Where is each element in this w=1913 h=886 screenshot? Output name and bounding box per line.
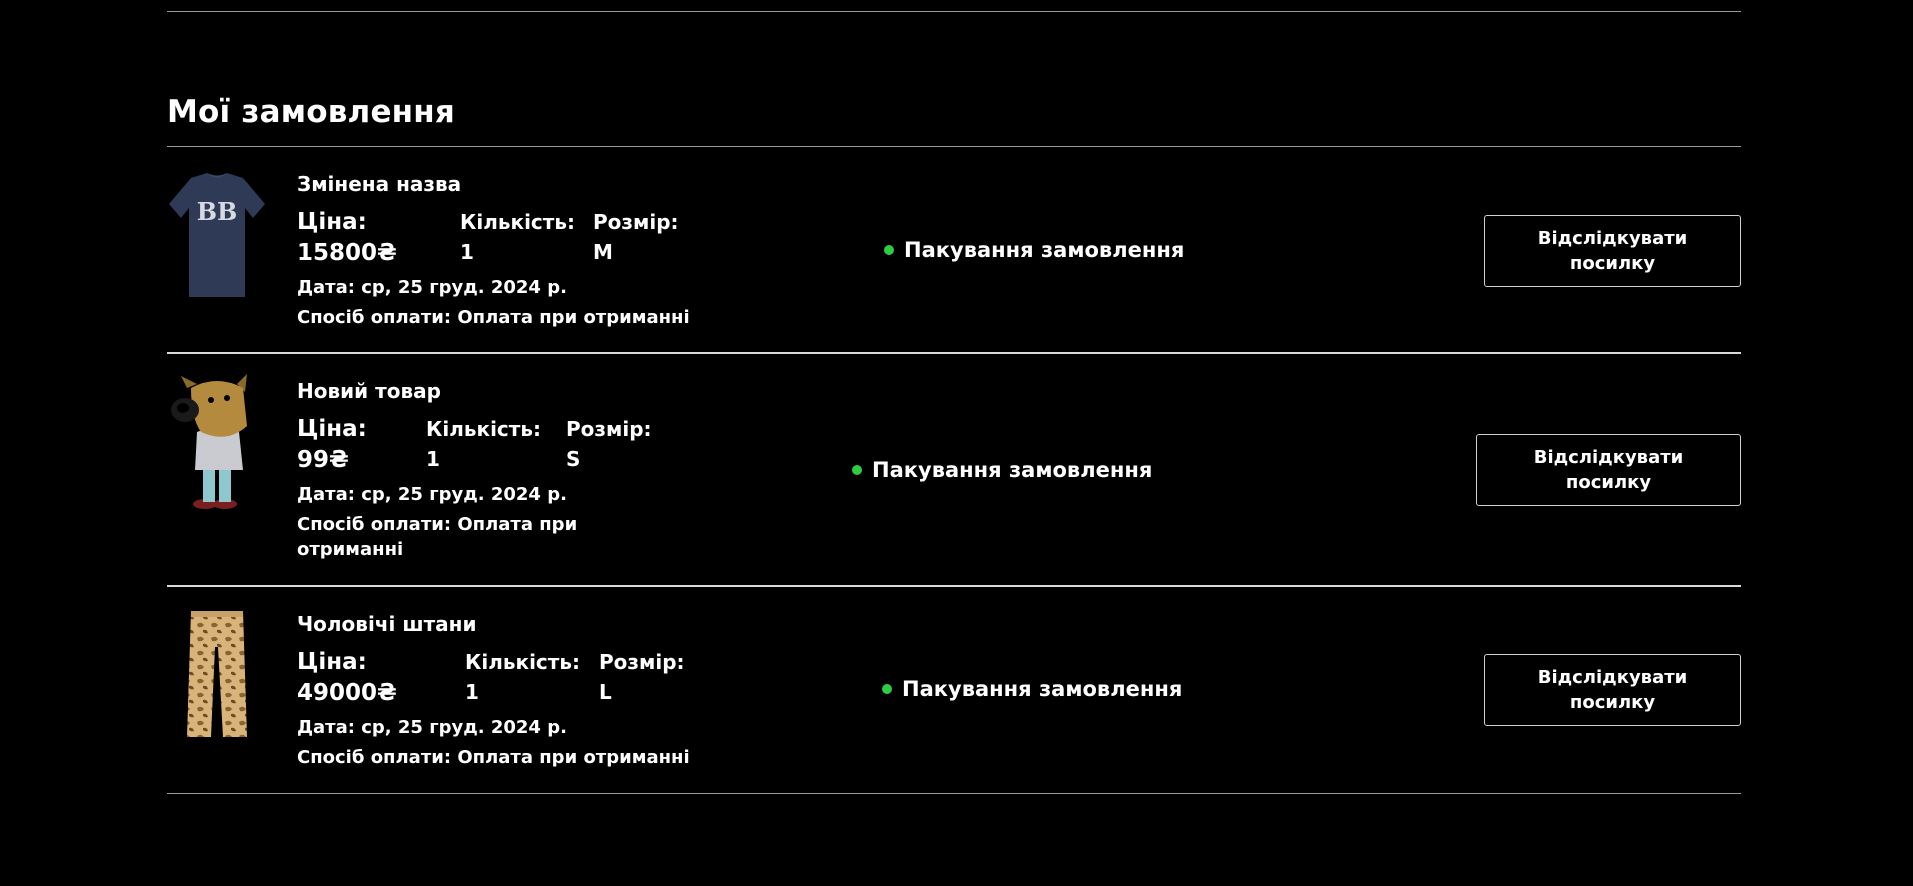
order-status: Пакування замовлення xyxy=(852,458,1152,482)
size-field: Розмір: L xyxy=(599,647,685,707)
top-divider xyxy=(167,11,1741,12)
size-value: S xyxy=(566,447,581,471)
payment-method: Спосіб оплати: Оплата при отриманні xyxy=(297,514,578,560)
svg-text:BB: BB xyxy=(197,197,238,226)
status-dot-icon xyxy=(882,684,892,694)
size-value: L xyxy=(599,680,612,704)
quantity-label: Кількість: xyxy=(460,210,576,234)
pants-image xyxy=(187,611,247,737)
product-image-tshirt[interactable]: BB xyxy=(167,170,267,302)
order-item: Чоловічі штани Ціна: 49000₴ Кількість: 1… xyxy=(167,587,1741,794)
status-dot-icon xyxy=(852,465,862,475)
track-parcel-button[interactable]: Відслідкувати посилку xyxy=(1476,434,1741,506)
status-text: Пакування замовлення xyxy=(872,458,1153,482)
price-field: Ціна: 15800₴ xyxy=(297,207,397,269)
order-status: Пакування замовлення xyxy=(882,677,1182,701)
size-label: Розмір: xyxy=(599,650,685,674)
quantity-label: Кількість: xyxy=(465,650,581,674)
status-text: Пакування замовлення xyxy=(904,238,1185,262)
tshirt-image: BB xyxy=(169,173,265,297)
price-label: Ціна: xyxy=(297,416,367,442)
price-value: 15800₴ xyxy=(297,240,397,266)
page-title: Мої замовлення xyxy=(167,94,456,130)
payment-method: Спосіб оплати: Оплата при отриманні xyxy=(297,307,690,328)
price-field: Ціна: 99₴ xyxy=(297,414,367,476)
quantity-field: Кількість: 1 xyxy=(465,647,580,707)
character-image xyxy=(171,374,247,509)
quantity-value: 1 xyxy=(426,447,440,471)
product-name[interactable]: Новий товар xyxy=(297,379,441,403)
quantity-value: 1 xyxy=(465,680,479,704)
size-label: Розмір: xyxy=(593,210,679,234)
order-item: Новий товар Ціна: 99₴ Кількість: 1 Розмі… xyxy=(167,354,1741,587)
quantity-field: Кількість: 1 xyxy=(426,414,541,474)
bottom-divider xyxy=(167,793,1741,794)
payment-method: Спосіб оплати: Оплата при отриманні xyxy=(297,747,690,768)
size-value: M xyxy=(593,240,613,264)
order-status: Пакування замовлення xyxy=(884,238,1184,262)
order-item: BB Змінена назва Ціна: 15800₴ Кількість:… xyxy=(167,147,1741,354)
order-date: Дата: ср, 25 груд. 2024 р. xyxy=(297,717,567,738)
price-value: 49000₴ xyxy=(297,680,397,706)
status-dot-icon xyxy=(884,245,894,255)
quantity-field: Кількість: 1 xyxy=(460,207,575,267)
price-label: Ціна: xyxy=(297,649,367,675)
product-image-pants[interactable] xyxy=(167,607,267,743)
order-date: Дата: ср, 25 груд. 2024 р. xyxy=(297,484,567,505)
track-parcel-button[interactable]: Відслідкувати посилку xyxy=(1484,215,1741,287)
quantity-label: Кількість: xyxy=(426,417,542,441)
product-name[interactable]: Чоловічі штани xyxy=(297,612,477,636)
status-text: Пакування замовлення xyxy=(902,677,1183,701)
price-label: Ціна: xyxy=(297,209,367,235)
track-parcel-button[interactable]: Відслідкувати посилку xyxy=(1484,654,1741,726)
size-label: Розмір: xyxy=(566,417,652,441)
size-field: Розмір: M xyxy=(593,207,679,267)
order-date: Дата: ср, 25 груд. 2024 р. xyxy=(297,277,567,298)
product-name[interactable]: Змінена назва xyxy=(297,172,461,196)
quantity-value: 1 xyxy=(460,240,474,264)
price-field: Ціна: 49000₴ xyxy=(297,647,397,709)
price-value: 99₴ xyxy=(297,447,349,473)
product-image-character[interactable] xyxy=(167,374,267,512)
size-field: Розмір: S xyxy=(566,414,652,474)
